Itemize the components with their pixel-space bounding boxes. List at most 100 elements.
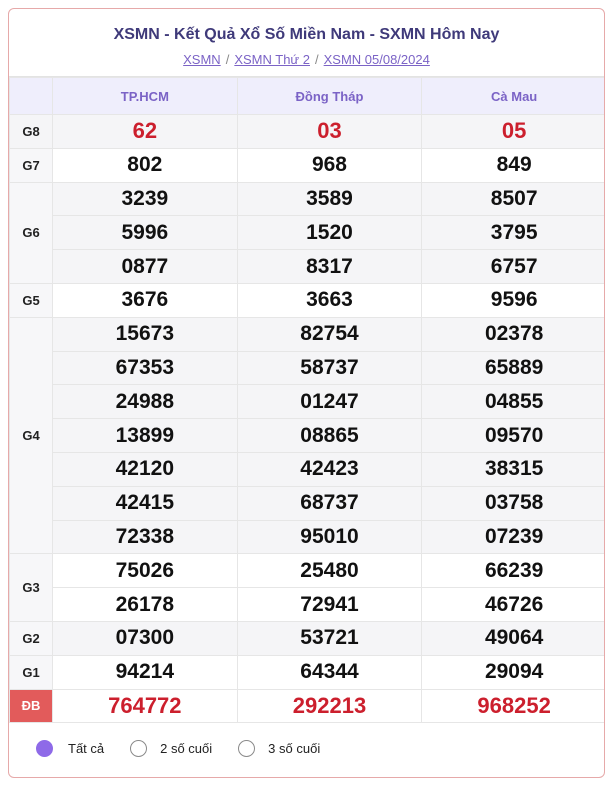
province-header: TP.HCM [52, 77, 238, 115]
prize-number: 3663 [236, 282, 423, 318]
prize-label: G8 [9, 114, 53, 149]
radio-empty-icon[interactable] [238, 739, 256, 757]
province-header: Đồng Tháp [236, 77, 423, 115]
prize-number: 764772 [52, 688, 238, 724]
prize-number: 49064 [421, 620, 604, 656]
filter-option-all[interactable]: Tất cả [36, 739, 105, 757]
prize-row: G7 802 968 849 [9, 147, 604, 183]
prize-row: G3 75026 25480 66239 [9, 553, 604, 622]
prize-row: 5996 1520 3795 [10, 215, 604, 251]
prize-number: 26178 [52, 587, 238, 622]
prize-number: 968 [236, 147, 423, 183]
radio-selected-icon[interactable] [36, 739, 53, 757]
prize-number: 849 [421, 147, 604, 183]
prize-label: G3 [9, 553, 53, 622]
filter-label: Tất cả [68, 740, 105, 756]
prize-number: 42415 [52, 485, 238, 521]
page-title: XSMN - Kết Quả Xổ Số Miền Nam - SXMN Hôm… [113, 26, 500, 43]
radio-empty-icon[interactable] [130, 739, 148, 757]
breadcrumb-xsmn-date[interactable]: XSMN 05/08/2024 [324, 52, 430, 67]
breadcrumb: XSMN / XSMN Thứ 2 / XSMN 05/08/2024 [9, 52, 604, 67]
prize-number: 24988 [52, 384, 238, 420]
prize-row: G8 62 03 05 [9, 114, 604, 149]
prize-row: 42415 68737 03758 [10, 485, 604, 521]
prize-row: 13899 08865 09570 [10, 418, 604, 453]
prize-number: 94214 [52, 654, 238, 690]
results-body: G8 62 03 05 G7 802 968 849 G6 3239 3589 8507 5996 152… [9, 114, 604, 724]
province-header: Cà Mau [421, 77, 604, 115]
prize-number: 64344 [236, 654, 423, 690]
results-card: XSMN - Kết Quả Xổ Số Miền Nam - SXMN Hôm… [8, 8, 605, 778]
prize-number: 802 [52, 147, 238, 183]
prize-number: 07300 [52, 620, 238, 656]
prize-row: ĐB 764772 292213 968252 [9, 688, 604, 724]
breadcrumb-separator: / [314, 52, 319, 67]
prize-number: 3589 [236, 181, 423, 217]
breadcrumb-xsmn-thu-2[interactable]: XSMN Thứ 2 [234, 52, 310, 67]
prize-number: 02378 [421, 316, 604, 352]
prize-number: 07239 [421, 519, 604, 555]
prize-number: 01247 [236, 384, 423, 420]
prize-number: 95010 [236, 519, 423, 555]
filter-option-3-digits[interactable]: 3 số cuối [238, 739, 321, 757]
prize-number: 3239 [52, 181, 238, 217]
prize-number: 08865 [236, 418, 423, 453]
prize-row: 72338 95010 07239 [10, 519, 604, 555]
prize-number: 53721 [236, 620, 423, 656]
prize-number: 03 [236, 114, 423, 149]
prize-number: 75026 [52, 553, 238, 589]
prize-number: 82754 [236, 316, 423, 352]
prize-label: ĐB [9, 688, 53, 724]
province-header-row: TP.HCM Đồng Tháp Cà Mau [9, 77, 604, 115]
prize-number: 03758 [421, 485, 604, 521]
prize-label: G1 [9, 654, 53, 690]
prize-number: 38315 [421, 451, 604, 487]
prize-number: 3676 [52, 282, 238, 318]
prize-number: 05 [421, 114, 604, 149]
prize-number: 72941 [236, 587, 423, 622]
prize-number: 8507 [421, 181, 604, 217]
prize-number: 3795 [421, 215, 604, 251]
header-blank-cell [9, 77, 53, 115]
prize-number: 09570 [421, 418, 604, 453]
prize-number: 04855 [421, 384, 604, 420]
prize-number: 66239 [421, 553, 604, 589]
prize-row: 24988 01247 04855 [10, 384, 604, 420]
prize-number: 42423 [236, 451, 423, 487]
prize-row: 42120 42423 38315 [10, 451, 604, 487]
filter-options: Tất cả 2 số cuối 3 số cuối [9, 723, 604, 773]
breadcrumb-xsmn[interactable]: XSMN [183, 52, 221, 67]
prize-number: 62 [52, 114, 238, 149]
prize-row: 26178 72941 46726 [10, 587, 604, 622]
prize-row: 0877 8317 6757 [10, 249, 604, 284]
prize-label: G2 [9, 620, 53, 656]
prize-label: G7 [9, 147, 53, 183]
filter-option-2-digits[interactable]: 2 số cuối [130, 739, 213, 757]
results-header: XSMN - Kết Quả Xổ Số Miền Nam - SXMN Hôm… [9, 9, 604, 77]
prize-number: 9596 [421, 282, 604, 318]
prize-number: 58737 [236, 350, 423, 386]
prize-row: 67353 58737 65889 [10, 350, 604, 386]
prize-row: G4 15673 82754 02378 [9, 316, 604, 555]
prize-label: G4 [9, 316, 53, 555]
prize-row: G5 3676 3663 9596 [9, 282, 604, 318]
prize-number: 1520 [236, 215, 423, 251]
prize-number: 25480 [236, 553, 423, 589]
prize-label: G6 [9, 181, 53, 284]
filter-label: 2 số cuối [160, 740, 213, 756]
prize-number: 8317 [236, 249, 423, 284]
prize-number: 5996 [52, 215, 238, 251]
prize-number: 292213 [236, 688, 423, 724]
results-table: TP.HCM Đồng Tháp Cà Mau G8 62 03 05 G7 802 968… [9, 77, 604, 724]
prize-number: 0877 [52, 249, 238, 284]
prize-number: 13899 [52, 418, 238, 453]
prize-row: G2 07300 53721 49064 [9, 620, 604, 656]
prize-number: 968252 [421, 688, 604, 724]
prize-number: 68737 [236, 485, 423, 521]
prize-number: 29094 [421, 654, 604, 690]
prize-row: G1 94214 64344 29094 [9, 654, 604, 690]
prize-number: 46726 [421, 587, 604, 622]
filter-label: 3 số cuối [268, 740, 321, 756]
prize-number: 6757 [421, 249, 604, 284]
prize-number: 65889 [421, 350, 604, 386]
